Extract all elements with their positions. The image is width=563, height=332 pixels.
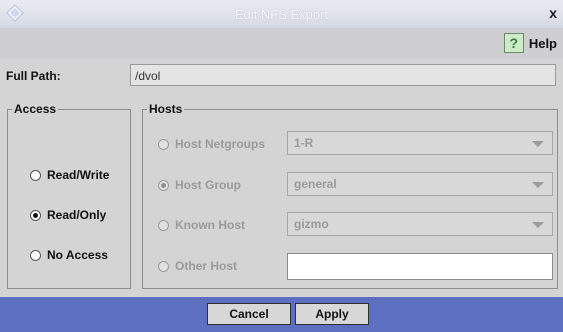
hosts-other-host[interactable]: Other Host bbox=[158, 259, 237, 273]
help-icon: ? bbox=[503, 33, 524, 53]
read-write-label: Read/Write bbox=[47, 168, 110, 182]
radio-read-only[interactable] bbox=[30, 209, 41, 221]
host-group-label: Host Group bbox=[175, 178, 241, 192]
radio-read-write[interactable] bbox=[30, 169, 41, 181]
close-icon[interactable]: x bbox=[549, 5, 557, 21]
other-host-label: Other Host bbox=[175, 259, 238, 273]
radio-host-group[interactable] bbox=[158, 179, 169, 191]
chevron-down-icon bbox=[532, 141, 544, 147]
radio-no-access[interactable] bbox=[30, 249, 41, 261]
host-group-value: general bbox=[294, 177, 337, 191]
access-no-access[interactable]: No Access bbox=[30, 248, 108, 262]
cancel-button[interactable]: Cancel bbox=[207, 303, 291, 325]
help-bar: ? Help bbox=[0, 28, 563, 58]
full-path-label: Full Path: bbox=[6, 69, 61, 83]
known-host-label: Known Host bbox=[175, 218, 245, 232]
host-netgroups-label: Host Netgroups bbox=[175, 137, 265, 151]
full-path-field: /dvol bbox=[130, 64, 556, 86]
no-access-label: No Access bbox=[47, 248, 108, 262]
read-only-label: Read/Only bbox=[47, 208, 107, 222]
hosts-host-group[interactable]: Host Group bbox=[158, 178, 241, 192]
chevron-down-icon bbox=[532, 222, 544, 228]
hosts-legend: Hosts bbox=[149, 102, 183, 116]
apply-button[interactable]: Apply bbox=[295, 303, 369, 325]
access-legend: Access bbox=[14, 102, 57, 116]
host-group-select[interactable]: general bbox=[287, 172, 553, 196]
known-host-value: gizmo bbox=[294, 217, 329, 231]
radio-known-host[interactable] bbox=[158, 219, 169, 231]
hosts-host-netgroups[interactable]: Host Netgroups bbox=[158, 137, 265, 151]
host-netgroups-value: 1-R bbox=[294, 136, 314, 150]
hosts-known-host[interactable]: Known Host bbox=[158, 218, 245, 232]
access-group: Access Read/Write Read/Only No Access bbox=[7, 102, 131, 289]
known-host-select[interactable]: gizmo bbox=[287, 212, 553, 236]
title-bar: Edit NFS Export x bbox=[0, 0, 563, 29]
host-netgroups-select[interactable]: 1-R bbox=[287, 131, 553, 155]
help-label: Help bbox=[528, 35, 557, 51]
radio-other-host[interactable] bbox=[158, 260, 169, 272]
chevron-down-icon bbox=[532, 182, 544, 188]
access-read-write[interactable]: Read/Write bbox=[30, 168, 109, 182]
help-button[interactable]: ? Help bbox=[503, 32, 557, 54]
radio-host-netgroups[interactable] bbox=[158, 138, 169, 150]
other-host-input[interactable] bbox=[287, 253, 553, 280]
window-title: Edit NFS Export bbox=[234, 7, 329, 22]
access-read-only[interactable]: Read/Only bbox=[30, 208, 106, 222]
